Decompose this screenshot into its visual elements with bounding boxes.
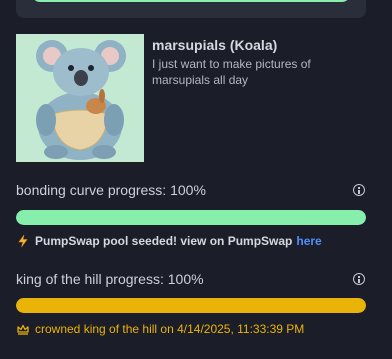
crown-icon (17, 324, 29, 335)
token-name: marsupials (Koala) (152, 37, 278, 53)
info-icon[interactable] (353, 184, 365, 196)
bonding-curve-label: bonding curve progress: 100% (16, 182, 206, 198)
bonding-curve-progress-bar (16, 210, 366, 225)
lightning-icon (18, 234, 28, 248)
crowned-notice-text: crowned king of the hill on 4/14/2025, 1… (35, 322, 305, 336)
token-description: I just want to make pictures of marsupia… (152, 57, 311, 87)
bonding-curve-progress-fill (16, 210, 366, 225)
koala-illustration (16, 34, 144, 162)
token-header: marsupials (Koala) I just want to make p… (16, 34, 376, 162)
pumpswap-notice-text: PumpSwap pool seeded! view on PumpSwap (35, 234, 293, 248)
previous-card-fragment (16, 0, 366, 18)
crowned-notice: crowned king of the hill on 4/14/2025, 1… (16, 322, 304, 336)
pumpswap-notice: PumpSwap pool seeded! view on PumpSwap h… (16, 234, 322, 248)
token-progress-panel: marsupials (Koala) I just want to make p… (0, 0, 392, 359)
token-info: marsupials (Koala) I just want to make p… (152, 37, 372, 88)
king-of-hill-progress-bar (16, 298, 366, 313)
info-icon[interactable] (353, 273, 365, 285)
king-of-hill-label: king of the hill progress: 100% (16, 271, 204, 287)
previous-progress-bar (32, 0, 350, 2)
pumpswap-link[interactable]: here (296, 234, 321, 248)
token-image[interactable] (16, 34, 144, 162)
king-of-hill-progress-fill (16, 298, 366, 313)
